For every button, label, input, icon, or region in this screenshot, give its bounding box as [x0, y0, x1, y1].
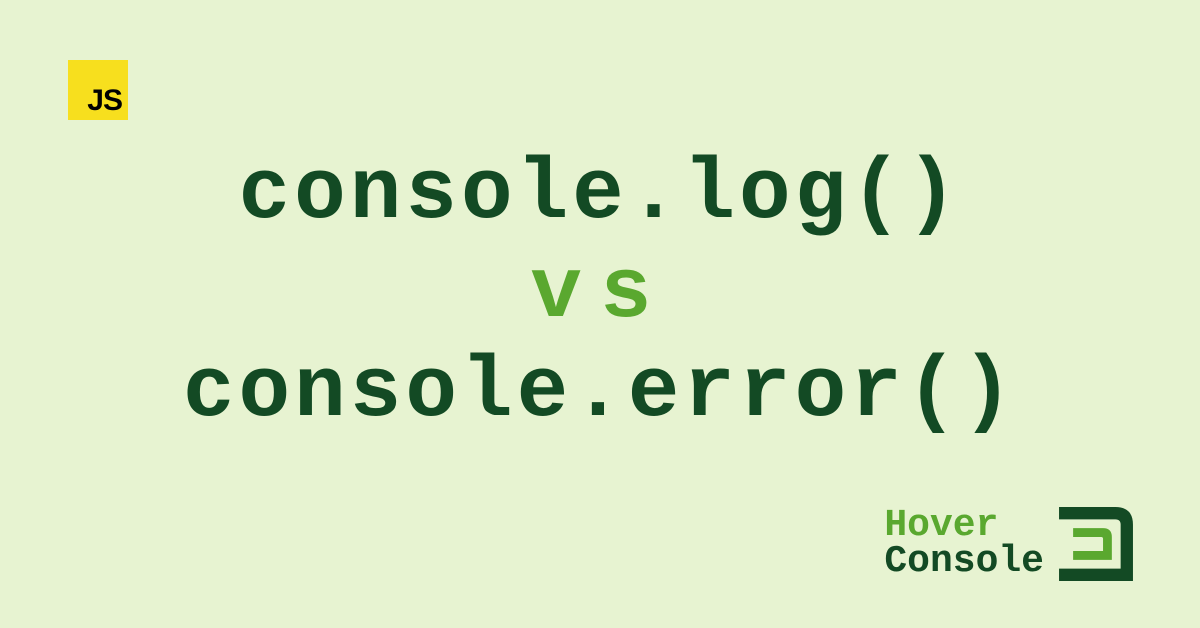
title-line-2: vs [0, 244, 1200, 343]
brand-logo: Hover Console [884, 500, 1140, 588]
brand-word-console: Console [884, 544, 1044, 580]
js-logo-text: JS [87, 86, 122, 116]
brand-word-hover: Hover [884, 508, 1044, 544]
main-title: console.log() vs console.error() [0, 145, 1200, 442]
title-line-1: console.log() [0, 145, 1200, 244]
js-logo-badge: JS [68, 60, 128, 120]
brand-text: Hover Console [884, 508, 1044, 580]
title-line-3: console.error() [0, 343, 1200, 442]
brand-icon [1052, 500, 1140, 588]
